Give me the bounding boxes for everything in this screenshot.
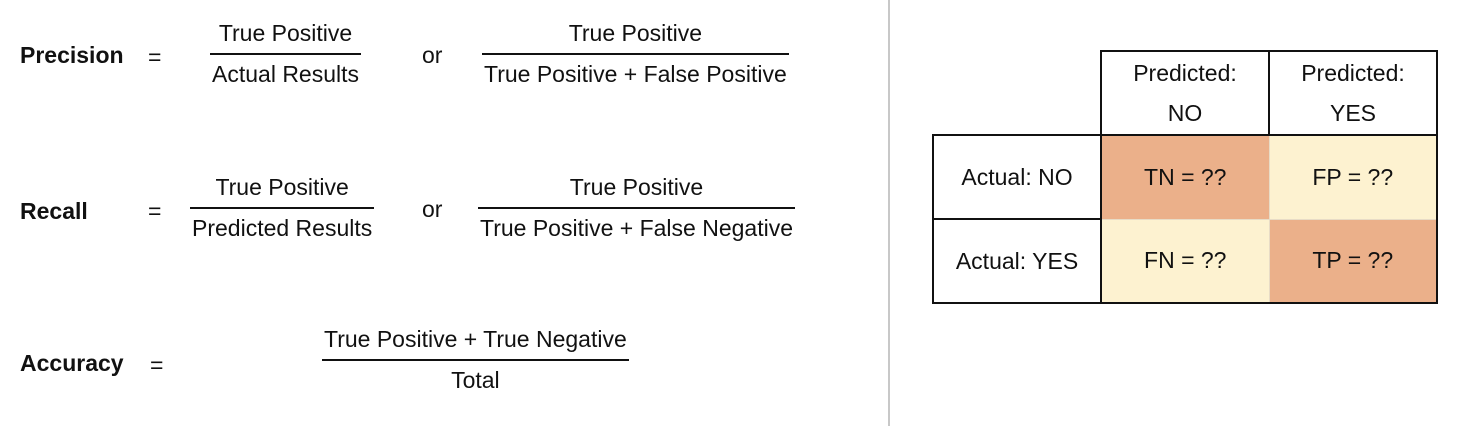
- accuracy-formula: Accuracy = True Positive + True Negative…: [0, 326, 880, 416]
- column-header-predicted-yes: Predicted: YES: [1268, 50, 1438, 136]
- recall-fraction-2: True Positive True Positive + False Nega…: [478, 174, 795, 242]
- fraction-denominator: True Positive + False Positive: [484, 61, 787, 87]
- precision-fraction-2: True Positive True Positive + False Posi…: [482, 20, 789, 88]
- cell-true-negative: TN = ??: [1101, 135, 1270, 220]
- precision-or: or: [422, 42, 443, 68]
- recall-term: Recall: [20, 198, 88, 224]
- column-header-line: NO: [1167, 100, 1203, 126]
- accuracy-term: Accuracy: [20, 350, 124, 376]
- cell-true-positive: TP = ??: [1269, 219, 1438, 304]
- accuracy-fraction: True Positive + True Negative Total: [322, 326, 629, 394]
- column-header-line: Predicted:: [1133, 60, 1237, 86]
- recall-equals: =: [148, 198, 162, 224]
- row-header-actual-no: Actual: NO: [932, 134, 1102, 220]
- fraction-denominator: Predicted Results: [192, 215, 373, 241]
- cell-false-positive: FP = ??: [1269, 135, 1438, 220]
- fraction-numerator: True Positive: [569, 174, 704, 200]
- matrix-row-actual-yes: Actual: YES FN = ?? TP = ??: [932, 218, 1438, 304]
- cell-false-negative: FN = ??: [1101, 219, 1270, 304]
- row-header-actual-yes: Actual: YES: [932, 218, 1102, 304]
- fraction-numerator: True Positive: [218, 20, 353, 46]
- precision-equals: =: [148, 44, 162, 70]
- column-header-line: YES: [1329, 100, 1377, 126]
- fraction-numerator: True Positive: [568, 20, 703, 46]
- column-header-line: Predicted:: [1301, 60, 1405, 86]
- confusion-matrix: Predicted: NO Predicted: YES Actual: NO …: [932, 50, 1438, 304]
- matrix-header-row: Predicted: NO Predicted: YES: [933, 50, 1438, 136]
- fraction-denominator: Actual Results: [212, 61, 360, 87]
- recall-fraction-1: True Positive Predicted Results: [190, 174, 375, 242]
- recall-formula: Recall = True Positive Predicted Results…: [0, 174, 880, 264]
- matrix-corner: [933, 51, 1101, 135]
- accuracy-equals: =: [150, 352, 164, 378]
- precision-formula: Precision = True Positive Actual Results…: [0, 20, 880, 110]
- fraction-numerator: True Positive + True Negative: [324, 326, 627, 352]
- fraction-denominator: True Positive + False Negative: [480, 215, 793, 241]
- matrix-row-actual-no: Actual: NO TN = ?? FP = ??: [932, 134, 1438, 220]
- recall-or: or: [422, 196, 443, 222]
- vertical-divider: [888, 0, 890, 426]
- fraction-denominator: Total: [451, 367, 500, 393]
- precision-fraction-1: True Positive Actual Results: [210, 20, 362, 88]
- fraction-numerator: True Positive: [215, 174, 349, 200]
- column-header-predicted-no: Predicted: NO: [1100, 50, 1270, 136]
- precision-term: Precision: [20, 42, 124, 68]
